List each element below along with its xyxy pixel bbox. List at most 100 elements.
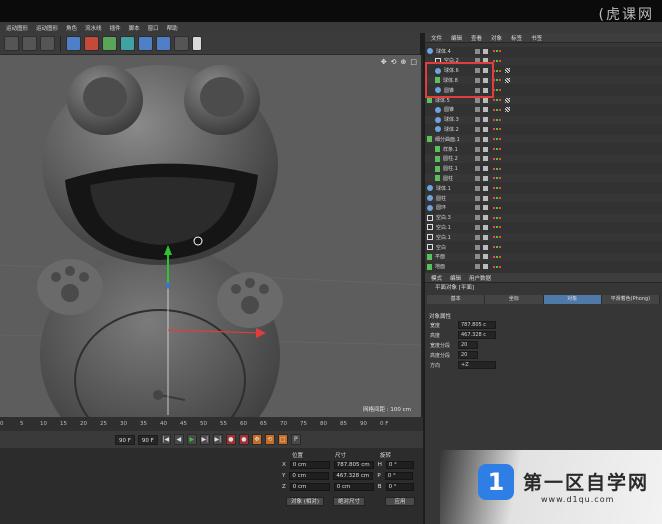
visibility-flags[interactable] <box>475 126 488 132</box>
clapper-icon[interactable] <box>22 36 37 51</box>
attr-menu-item[interactable]: 编辑 <box>450 274 461 282</box>
object-relative-dropdown[interactable]: 对象 (相对) <box>286 497 325 506</box>
size-field[interactable]: 787.805 cm <box>333 461 374 469</box>
menu-item[interactable]: 流水线 <box>85 24 102 32</box>
move-view-icon[interactable]: ✥ <box>381 58 387 66</box>
object-row[interactable]: 空白.3 <box>425 213 662 222</box>
maximize-view-icon[interactable]: □ <box>410 58 417 66</box>
go-start-icon[interactable]: |◀ <box>160 434 171 445</box>
menu-item[interactable]: 脚本 <box>129 24 140 32</box>
rotation-field[interactable]: 0 ° <box>385 461 414 469</box>
visibility-flags[interactable] <box>475 175 488 181</box>
om-menu-item[interactable]: 对象 <box>491 34 502 42</box>
visibility-flags[interactable] <box>475 117 488 123</box>
orientation-dropdown[interactable]: +Z <box>458 361 496 369</box>
object-row[interactable]: 细分曲面.1 <box>425 135 662 144</box>
light-icon[interactable] <box>192 36 202 51</box>
menu-item[interactable]: 窗口 <box>148 24 159 32</box>
rotation-field[interactable]: 0 ° <box>385 483 414 491</box>
menu-item[interactable]: 帮助 <box>167 24 178 32</box>
timeline-ruler[interactable]: 0 5 10 15 20 25 30 35 40 45 50 55 60 65 … <box>0 417 423 431</box>
auto-key-icon[interactable]: ● <box>238 434 249 445</box>
material-tag-icon[interactable] <box>505 77 510 83</box>
visibility-flags[interactable] <box>475 185 488 191</box>
clapper-icon[interactable] <box>40 36 55 51</box>
visibility-flags[interactable] <box>475 195 488 201</box>
attr-value-field[interactable]: 20 <box>458 351 478 359</box>
object-row[interactable]: 空白.1 <box>425 223 662 231</box>
zoom-view-icon[interactable]: ⊕ <box>401 58 407 66</box>
frame-field[interactable]: 90 F <box>115 434 135 445</box>
rotate-view-icon[interactable]: ⟲ <box>391 58 397 66</box>
tab-basic[interactable]: 基本 <box>427 295 486 304</box>
frame-field[interactable]: 90 F <box>137 434 158 445</box>
material-tag-icon[interactable] <box>505 97 510 103</box>
key-move-icon[interactable]: ✥ <box>251 434 262 445</box>
menu-item[interactable]: 角色 <box>66 24 77 32</box>
visibility-flags[interactable] <box>475 136 488 142</box>
rotation-field[interactable]: 0 ° <box>384 472 413 480</box>
visibility-flags[interactable] <box>475 254 488 260</box>
object-row[interactable]: 球体.3 <box>425 115 662 124</box>
apply-button[interactable]: 应用 <box>385 497 415 506</box>
object-row[interactable]: 平面 <box>425 252 662 261</box>
material-tag-icon[interactable] <box>505 107 510 113</box>
menu-item[interactable]: 插件 <box>110 24 121 32</box>
visibility-flags[interactable] <box>475 224 488 230</box>
object-row[interactable]: 圆柱 <box>425 174 662 183</box>
attr-value-field[interactable]: 20 <box>458 341 478 349</box>
object-row[interactable]: 空白.1 <box>425 233 662 242</box>
subdivision-icon[interactable] <box>102 36 117 51</box>
array-icon[interactable] <box>120 36 135 51</box>
material-tag-icon[interactable] <box>505 68 510 74</box>
position-field[interactable]: 0 cm <box>289 483 330 491</box>
play-icon[interactable]: ▶ <box>186 434 197 445</box>
absolute-size-dropdown[interactable]: 绝对尺寸 <box>333 497 366 506</box>
om-menu-item[interactable]: 编辑 <box>451 34 462 42</box>
om-menu-item[interactable]: 书签 <box>531 34 542 42</box>
attr-menu-item[interactable]: 模式 <box>431 274 442 282</box>
visibility-flags[interactable] <box>475 48 488 54</box>
floor-icon[interactable] <box>156 36 171 51</box>
object-row[interactable]: 球体.4 <box>425 47 662 55</box>
visibility-flags[interactable] <box>475 234 488 240</box>
attr-menu-item[interactable]: 用户数据 <box>469 274 491 282</box>
visibility-flags[interactable] <box>475 166 488 172</box>
object-row[interactable]: 球体.2 <box>425 125 662 133</box>
deformer-icon[interactable] <box>138 36 153 51</box>
tab-coord[interactable]: 坐标 <box>485 295 544 304</box>
tab-phong[interactable]: 平滑着色(Phong) <box>601 295 660 304</box>
go-end-icon[interactable]: ▶| <box>212 434 223 445</box>
tab-object[interactable]: 对象 <box>543 295 602 304</box>
object-row[interactable]: 空白 <box>425 243 662 251</box>
om-menu-item[interactable]: 标签 <box>511 34 522 42</box>
key-rotate-icon[interactable]: ⟲ <box>264 434 275 445</box>
menu-item[interactable]: 运动图形 <box>36 24 58 32</box>
visibility-flags[interactable] <box>475 97 488 103</box>
object-row[interactable]: 圆柱.2 <box>425 154 662 163</box>
key-param-icon[interactable]: P <box>290 434 301 445</box>
size-field[interactable]: 0 cm <box>333 483 374 491</box>
position-field[interactable]: 0 cm <box>289 461 330 469</box>
object-row[interactable]: 圆柱.1 <box>425 165 662 173</box>
visibility-flags[interactable] <box>475 156 488 162</box>
object-row[interactable]: 地面 <box>425 263 662 271</box>
pen-icon[interactable] <box>84 36 99 51</box>
prev-key-icon[interactable]: ◀ <box>173 434 184 445</box>
visibility-flags[interactable] <box>475 215 488 221</box>
visibility-flags[interactable] <box>475 205 488 211</box>
attr-value-field[interactable]: 787.805 c <box>458 321 496 329</box>
visibility-flags[interactable] <box>475 264 488 270</box>
object-row[interactable]: 圆柱 <box>425 194 662 202</box>
om-menu-item[interactable]: 查看 <box>471 34 482 42</box>
cube-icon[interactable] <box>66 36 81 51</box>
object-row[interactable]: 样条.1 <box>425 145 662 153</box>
visibility-flags[interactable] <box>475 146 488 152</box>
next-key-icon[interactable]: ▶| <box>199 434 210 445</box>
record-icon[interactable]: ● <box>225 434 236 445</box>
object-row[interactable]: 球体.1 <box>425 184 662 192</box>
object-row[interactable]: 圆环 <box>425 204 662 212</box>
attr-value-field[interactable]: 467.328 c <box>458 331 496 339</box>
viewport[interactable]: ✥ ⟲ ⊕ □ 网格间距 : 100 cm <box>0 55 423 417</box>
key-scale-icon[interactable]: □ <box>277 434 288 445</box>
